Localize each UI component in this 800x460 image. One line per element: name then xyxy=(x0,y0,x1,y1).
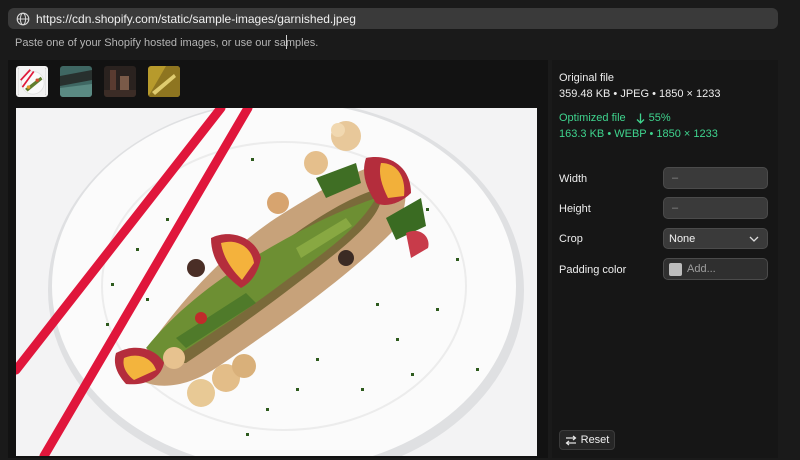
height-label: Height xyxy=(559,203,591,215)
crop-select[interactable]: None xyxy=(663,228,768,249)
padding-color-picker[interactable]: Add... xyxy=(663,258,768,280)
crop-value: None xyxy=(669,232,696,245)
arrow-down-icon xyxy=(636,113,645,124)
url-bar[interactable] xyxy=(8,8,778,29)
reset-button[interactable]: Reset xyxy=(559,430,615,450)
chevron-down-icon xyxy=(749,233,759,245)
thumbnail-garnished[interactable] xyxy=(16,66,48,97)
reset-arrows-icon xyxy=(565,435,577,445)
optimized-file-details: 163.3 KB • WEBP • 1850 × 1233 xyxy=(559,128,718,140)
thumbnail-gold-sample[interactable] xyxy=(148,66,180,97)
image-panel xyxy=(8,60,548,458)
thumbnail-teal-sample[interactable] xyxy=(60,66,92,97)
sample-hint: Paste one of your Shopify hosted images,… xyxy=(15,37,319,49)
padding-color-label: Padding color xyxy=(559,264,627,276)
text-cursor xyxy=(286,35,287,49)
globe-icon xyxy=(16,12,30,26)
height-input[interactable] xyxy=(663,197,768,219)
sample-thumbnails xyxy=(16,66,180,97)
settings-panel: Original file 359.48 KB • JPEG • 1850 × … xyxy=(552,60,778,458)
crop-label: Crop xyxy=(559,233,583,245)
padding-color-placeholder: Add... xyxy=(687,263,716,275)
thumbnail-dark-sample[interactable] xyxy=(104,66,136,97)
optimized-file-title: Optimized file xyxy=(559,112,626,124)
optimized-file-row: Optimized file 55% xyxy=(559,112,671,124)
image-preview xyxy=(16,108,537,456)
width-input[interactable] xyxy=(663,167,768,189)
reset-label: Reset xyxy=(580,434,610,446)
size-reduction: 55% xyxy=(648,112,671,124)
url-input[interactable] xyxy=(36,9,756,28)
original-file-details: 359.48 KB • JPEG • 1850 × 1233 xyxy=(559,88,721,100)
color-swatch-icon xyxy=(669,262,682,276)
width-label: Width xyxy=(559,173,588,185)
original-file-title: Original file xyxy=(559,72,615,84)
